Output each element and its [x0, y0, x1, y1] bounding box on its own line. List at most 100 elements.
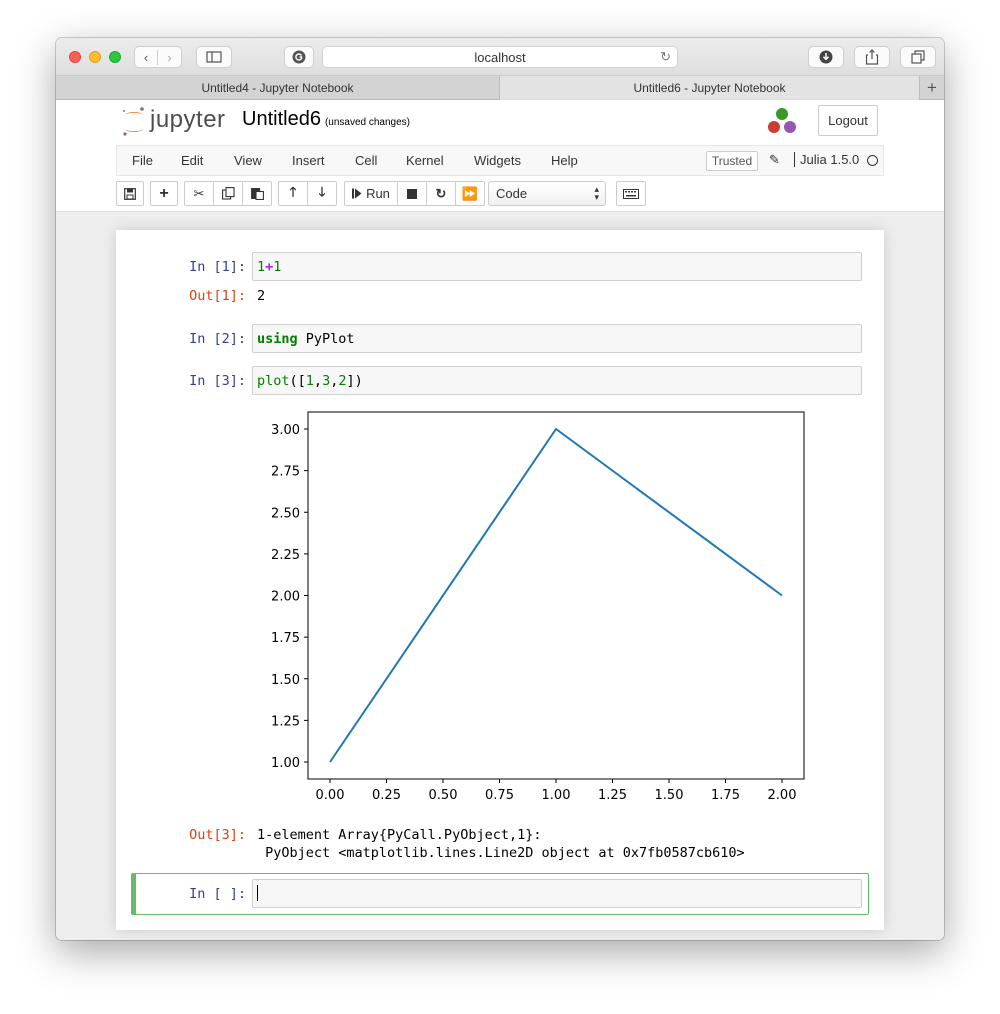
output-text: 1-element Array{PyCall.PyObject,1}:: [257, 827, 542, 843]
save-status: (unsaved changes): [324, 117, 410, 128]
back-forward-buttons[interactable]: ‹ ›: [134, 46, 182, 68]
tab-untitled6[interactable]: Untitled6 - Jupyter Notebook: [500, 76, 920, 100]
select-arrows-icon: ▴ ▾: [594, 184, 599, 202]
run-button[interactable]: Run: [344, 181, 398, 206]
tab-overview-button[interactable]: [900, 46, 936, 68]
plot-frame: [307, 411, 805, 780]
code-input[interactable]: 1+1: [252, 252, 862, 281]
tab-untitled4[interactable]: Untitled4 - Jupyter Notebook: [56, 76, 500, 100]
share-button[interactable]: [854, 46, 890, 68]
menu-cell[interactable]: Cell: [355, 153, 377, 168]
chevron-left-icon[interactable]: ‹: [135, 49, 159, 65]
kernel-idle-indicator-icon: [867, 155, 878, 166]
output-prompt: Out[3]:: [189, 827, 246, 843]
trusted-indicator[interactable]: Trusted: [706, 151, 758, 171]
reload-icon[interactable]: ↻: [660, 49, 671, 65]
menu-view[interactable]: View: [234, 153, 262, 168]
input-prompt: In [ ]:: [189, 886, 246, 902]
jupyter-header: jupyter Untitled6 (unsaved changes) Logou…: [56, 100, 944, 212]
chevron-right-icon[interactable]: ›: [158, 50, 181, 65]
x-tick-label: 1.75: [711, 788, 740, 803]
menu-kernel[interactable]: Kernel: [406, 153, 444, 168]
menu-edit[interactable]: Edit: [181, 153, 203, 168]
notebook-title[interactable]: Untitled6 (unsaved changes): [242, 108, 410, 131]
code-token: 1: [305, 373, 314, 389]
save-button[interactable]: [116, 181, 144, 206]
x-tick-label: 0.50: [429, 788, 458, 803]
zoom-window-button[interactable]: [109, 51, 121, 63]
cut-button[interactable]: ✂: [184, 181, 214, 206]
command-palette-button[interactable]: [616, 181, 646, 206]
output-text: PyObject <matplotlib.lines.Line2D object…: [257, 845, 745, 861]
output-prompt: Out[1]:: [189, 288, 246, 304]
new-tab-button[interactable]: +: [920, 76, 944, 100]
julia-logo-icon: [768, 108, 796, 133]
text-cursor: [257, 885, 258, 901]
browser-window: ‹ › localhost ↻ Untitled4 - Jupyter Note…: [56, 38, 944, 940]
copy-button[interactable]: [213, 181, 243, 206]
y-tick-label: 3.00: [271, 423, 300, 438]
notebook-name[interactable]: Untitled6: [242, 108, 321, 130]
restart-kernel-button[interactable]: ↻: [426, 181, 456, 206]
input-prompt: In [2]:: [189, 331, 246, 347]
title-bar: ‹ › localhost ↻: [56, 38, 944, 76]
code-input[interactable]: [252, 879, 862, 908]
move-down-button[interactable]: 🡓: [307, 181, 337, 206]
minimize-window-button[interactable]: [89, 51, 101, 63]
menu-help[interactable]: Help: [551, 153, 578, 168]
close-window-button[interactable]: [69, 51, 81, 63]
save-icon: [124, 187, 136, 200]
menu-bar: File Edit View Insert Cell Kernel Widget…: [116, 145, 884, 176]
y-tick-label: 1.00: [271, 756, 300, 771]
x-tick-label: 1.50: [655, 788, 684, 803]
line-plot: 0.00 0.25 0.50 0.75 1.00 1.25 1.50 1.75 2.00 1.00…: [271, 411, 805, 803]
code-token: 1: [273, 259, 282, 275]
code-input[interactable]: plot([1,3,2]): [252, 366, 862, 395]
kernel-name[interactable]: Julia 1.5.0: [794, 152, 859, 167]
keyboard-icon: [623, 188, 639, 199]
download-icon: [819, 50, 833, 64]
grammarly-icon: [292, 50, 306, 64]
logout-button[interactable]: Logout: [818, 105, 878, 136]
paste-button[interactable]: [242, 181, 272, 206]
sidebar-icon: [206, 51, 222, 63]
cell-type-select[interactable]: Code ▴ ▾: [488, 181, 606, 206]
x-tick-label: 0.75: [485, 788, 514, 803]
address-bar[interactable]: localhost ↻: [322, 46, 678, 68]
scissors-icon: ✂: [193, 185, 205, 201]
code-token: plot: [257, 373, 290, 389]
code-input[interactable]: using PyPlot: [252, 324, 862, 353]
tab-label: Untitled6 - Jupyter Notebook: [633, 81, 786, 95]
interrupt-button[interactable]: [397, 181, 427, 206]
sidebar-toggle-button[interactable]: [196, 46, 232, 68]
extension-button[interactable]: [284, 46, 314, 68]
code-text: PyPlot: [297, 331, 355, 347]
paste-icon: [250, 188, 264, 200]
copy-icon: [221, 187, 235, 200]
insert-cell-button[interactable]: +: [150, 181, 178, 206]
notebook-container: In [1]: 1+1 Out[1]: 2 In [2]: using PyPl…: [116, 230, 884, 930]
code-token: ,: [313, 373, 323, 389]
x-tick-label: 2.00: [768, 788, 797, 803]
edit-mode-pencil-icon: ✎: [769, 152, 780, 167]
notebook-toolbar: + ✂ 🡑 🡓 Run ↻ ⏩ Code ▴ ▾: [116, 181, 884, 207]
plus-icon: +: [159, 184, 169, 202]
code-token: ([: [289, 373, 306, 389]
jupyter-wordmark: jupyter: [150, 106, 226, 133]
cell-type-value: Code: [496, 186, 528, 201]
tab-bar: Untitled4 - Jupyter Notebook Untitled6 -…: [56, 76, 944, 100]
x-tick-label: 1.00: [542, 788, 571, 803]
address-text: localhost: [474, 49, 526, 65]
run-label: Run: [366, 186, 390, 201]
input-prompt: In [1]:: [189, 259, 246, 275]
move-up-button[interactable]: 🡑: [278, 181, 308, 206]
menu-file[interactable]: File: [132, 153, 153, 168]
restart-run-all-button[interactable]: ⏩: [455, 181, 485, 206]
menu-insert[interactable]: Insert: [292, 153, 325, 168]
menu-widgets[interactable]: Widgets: [474, 153, 521, 168]
y-tick-label: 1.50: [271, 673, 300, 688]
code-token: ]): [346, 373, 363, 389]
stop-icon: [407, 188, 417, 199]
downloads-button[interactable]: [808, 46, 844, 68]
share-icon: [865, 49, 879, 65]
